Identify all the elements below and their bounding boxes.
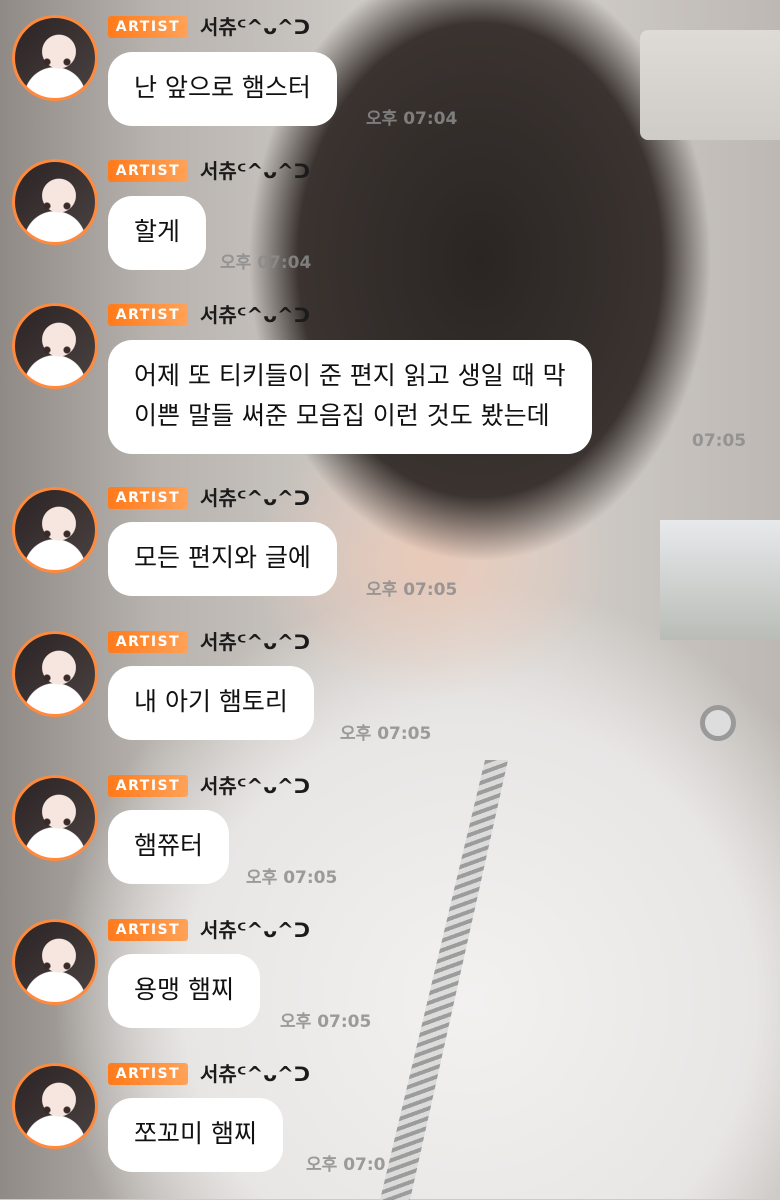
message-time: 오후 07:05 <box>366 580 458 600</box>
message-bubble[interactable]: 난 앞으로 햄스터 <box>108 52 337 126</box>
message-time: 오후 07:05 <box>340 724 432 744</box>
artist-badge: ARTIST <box>108 919 188 941</box>
message-bubble[interactable]: 햄쮸터 <box>108 810 230 884</box>
sender-name: 서츄ᑦ^ᴗ^ᑐ <box>200 774 311 798</box>
message-bubble[interactable]: 모든 편지와 글에 <box>108 522 337 596</box>
message-bubble[interactable]: 어제 또 티키들이 준 편지 읽고 생일 때 막 이쁜 말들 써준 모음집 이런… <box>108 340 592 454</box>
message-bubble[interactable]: 용맹 햄찌 <box>108 954 260 1028</box>
sender-name: 서츄ᑦ^ᴗ^ᑐ <box>200 1062 311 1086</box>
artist-avatar[interactable] <box>12 1063 98 1149</box>
artist-avatar[interactable] <box>12 159 98 245</box>
artist-badge: ARTIST <box>108 304 188 326</box>
message-bubble[interactable]: 할게 <box>108 196 207 270</box>
sender-name: 서츄ᑦ^ᴗ^ᑐ <box>200 15 311 39</box>
artist-avatar[interactable] <box>12 631 98 717</box>
sender-name: 서츄ᑦ^ᴗ^ᑐ <box>200 486 311 510</box>
message-time: 오후 07:05 <box>280 1012 372 1032</box>
artist-avatar[interactable] <box>12 919 98 1005</box>
artist-avatar[interactable] <box>12 487 98 573</box>
message-bubble[interactable]: 내 아기 햄토리 <box>108 666 314 740</box>
message-bubble[interactable]: 쪼꼬미 햄찌 <box>108 1098 283 1172</box>
sender-name: 서츄ᑦ^ᴗ^ᑐ <box>200 159 311 183</box>
message-time: 오후 07:04 <box>366 109 458 129</box>
artist-avatar[interactable] <box>12 303 98 389</box>
artist-badge: ARTIST <box>108 16 188 38</box>
artist-badge: ARTIST <box>108 160 188 182</box>
sender-name: 서츄ᑦ^ᴗ^ᑐ <box>200 918 311 942</box>
sender-name: 서츄ᑦ^ᴗ^ᑐ <box>200 303 311 327</box>
message-time: 오후 07:0 <box>306 1155 386 1175</box>
artist-avatar[interactable] <box>12 775 98 861</box>
sender-name: 서츄ᑦ^ᴗ^ᑐ <box>200 630 311 654</box>
chat-feed[interactable]: ARTIST 서츄ᑦ^ᴗ^ᑐ 난 앞으로 햄스터 오후 07:04 ARTIST… <box>0 0 780 1199</box>
message-time: 오후 07:05 <box>246 868 338 888</box>
artist-avatar[interactable] <box>12 15 98 101</box>
artist-badge: ARTIST <box>108 487 188 509</box>
message-time: 07:05 <box>692 431 747 451</box>
artist-badge: ARTIST <box>108 631 188 653</box>
message-time: 오후 07:04 <box>220 253 312 273</box>
artist-badge: ARTIST <box>108 775 188 797</box>
artist-badge: ARTIST <box>108 1063 188 1085</box>
